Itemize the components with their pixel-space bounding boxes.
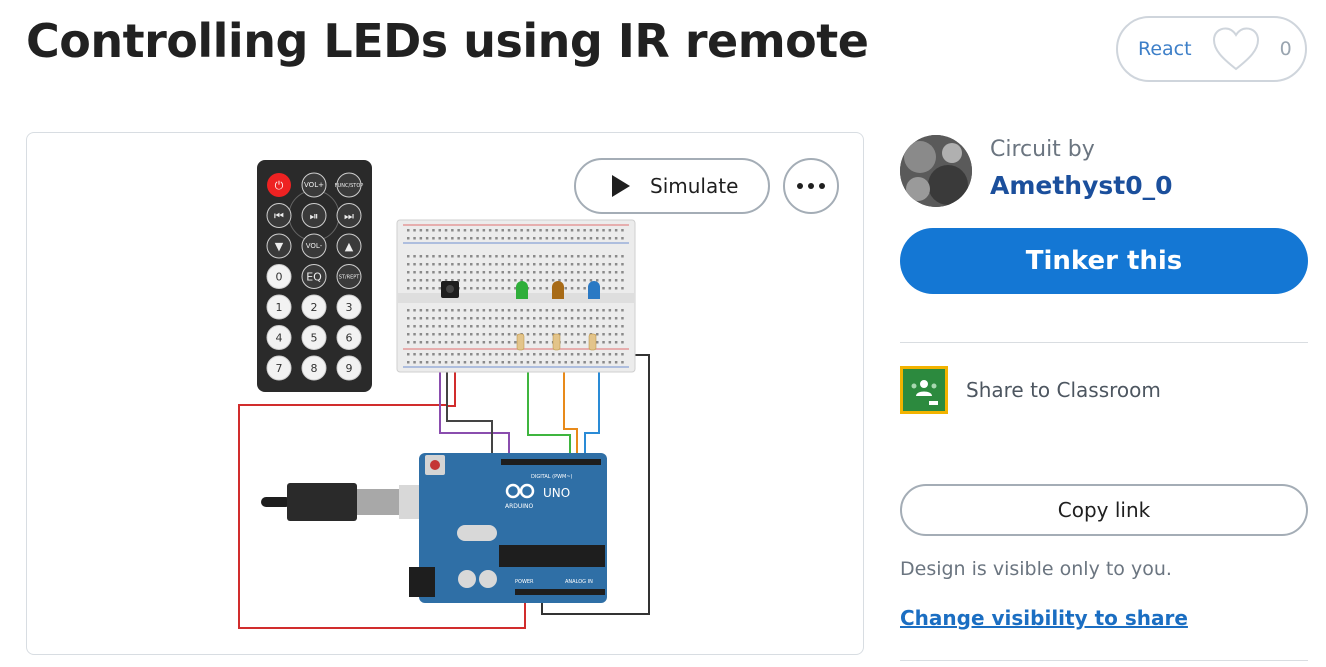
circuit-by-label: Circuit by <box>990 137 1095 162</box>
tinker-this-button[interactable]: Tinker this <box>900 228 1308 294</box>
google-classroom-icon <box>900 366 948 414</box>
remote-button-label: ⏮ <box>274 210 284 223</box>
remote-button-label: 0 <box>276 271 283 284</box>
board-brand-label: ARDUINO <box>505 503 534 510</box>
divider <box>900 342 1308 343</box>
remote-button: ST/REPT <box>336 264 362 289</box>
remote-button: ▼ <box>266 233 292 259</box>
remote-button: 9 <box>336 355 362 381</box>
remote-button-label: 4 <box>276 332 283 345</box>
react-label: React <box>1138 38 1192 60</box>
circuit-canvas[interactable]: ⏻ VOL+ FUNC/STOP ⏮ ⏯ ⏭ ▼ VOL- ▲ 0 EQ ST/REPT 1 2 3 4 5 6 7… <box>26 132 864 655</box>
share-to-classroom-button[interactable]: Share to Classroom <box>900 366 1161 414</box>
remote-button-label: 6 <box>346 332 353 345</box>
share-to-classroom-label: Share to Classroom <box>966 378 1161 402</box>
remote-button: ⏮ <box>266 203 292 228</box>
remote-button-label: FUNC/STOP <box>335 183 364 189</box>
board-analog-label: ANALOG IN <box>565 579 593 585</box>
remote-button: ⏻ <box>267 173 291 197</box>
copy-link-button[interactable]: Copy link <box>900 484 1308 536</box>
remote-button-label: ST/REPT <box>339 275 361 281</box>
page-title: Controlling LEDs using IR remote <box>26 14 869 68</box>
remote-button: 8 <box>301 355 327 381</box>
remote-button-label: ⏯ <box>310 210 319 223</box>
remote-button-label: ▲ <box>345 240 354 253</box>
remote-button-label: ▼ <box>275 240 284 253</box>
remote-button: 6 <box>336 325 362 350</box>
remote-button-label: ⏭ <box>344 210 354 223</box>
led-blue <box>588 281 600 299</box>
remote-button-label: EQ <box>306 271 322 284</box>
remote-button-label: VOL+ <box>304 181 324 189</box>
board-digital-label: DIGITAL (PWM~) <box>531 474 573 480</box>
change-visibility-link[interactable]: Change visibility to share <box>900 606 1188 630</box>
react-button[interactable]: React 0 <box>1116 16 1307 82</box>
more-options-button[interactable] <box>783 158 839 214</box>
more-horizontal-icon <box>797 183 803 189</box>
remote-button-label: 8 <box>311 362 318 375</box>
simulate-button[interactable]: Simulate <box>574 158 770 214</box>
remote-button: 1 <box>266 294 292 320</box>
avatar[interactable] <box>900 135 972 207</box>
remote-button: ⏯ <box>301 203 327 228</box>
simulate-label: Simulate <box>650 174 739 198</box>
remote-button-label: 5 <box>311 332 318 345</box>
remote-button-label: 1 <box>276 301 283 314</box>
remote-button: ▲ <box>336 233 362 259</box>
remote-buttons: ⏻ VOL+ FUNC/STOP ⏮ ⏯ ⏭ ▼ VOL- ▲ 0 EQ ST/REPT 1 2 3 4 5 6 7… <box>266 172 364 381</box>
board-power-label: POWER <box>515 579 534 585</box>
react-count: 0 <box>1279 38 1292 60</box>
remote-button: 7 <box>266 355 292 381</box>
remote-button: 3 <box>336 294 362 320</box>
board-model-label: UNO <box>543 486 570 500</box>
visibility-text: Design is visible only to you. <box>900 558 1172 580</box>
divider-bottom <box>900 660 1308 661</box>
remote-button: VOL- <box>301 233 327 259</box>
avatar-image <box>900 135 972 207</box>
ir-receiver <box>441 281 459 298</box>
remote-button-label: 9 <box>346 362 353 375</box>
remote-button: ⏭ <box>336 203 362 228</box>
play-icon <box>612 175 630 197</box>
led-orange <box>552 281 564 299</box>
remote-button: EQ <box>301 264 327 289</box>
remote-button: 4 <box>266 325 292 350</box>
remote-button: VOL+ <box>301 172 327 198</box>
remote-button: 2 <box>301 294 327 320</box>
usb-cable <box>261 483 423 521</box>
remote-button-label: ⏻ <box>275 179 284 192</box>
remote-button-label: 2 <box>311 301 318 314</box>
heart-icon <box>1212 27 1259 71</box>
led-green <box>516 281 528 299</box>
remote-button-label: 3 <box>346 301 353 314</box>
author-link[interactable]: Amethyst0_0 <box>990 171 1173 200</box>
remote-button: 0 <box>266 264 292 289</box>
remote-button: 5 <box>301 325 327 350</box>
remote-button-label: VOL- <box>306 242 323 250</box>
remote-button-label: 7 <box>276 362 283 375</box>
